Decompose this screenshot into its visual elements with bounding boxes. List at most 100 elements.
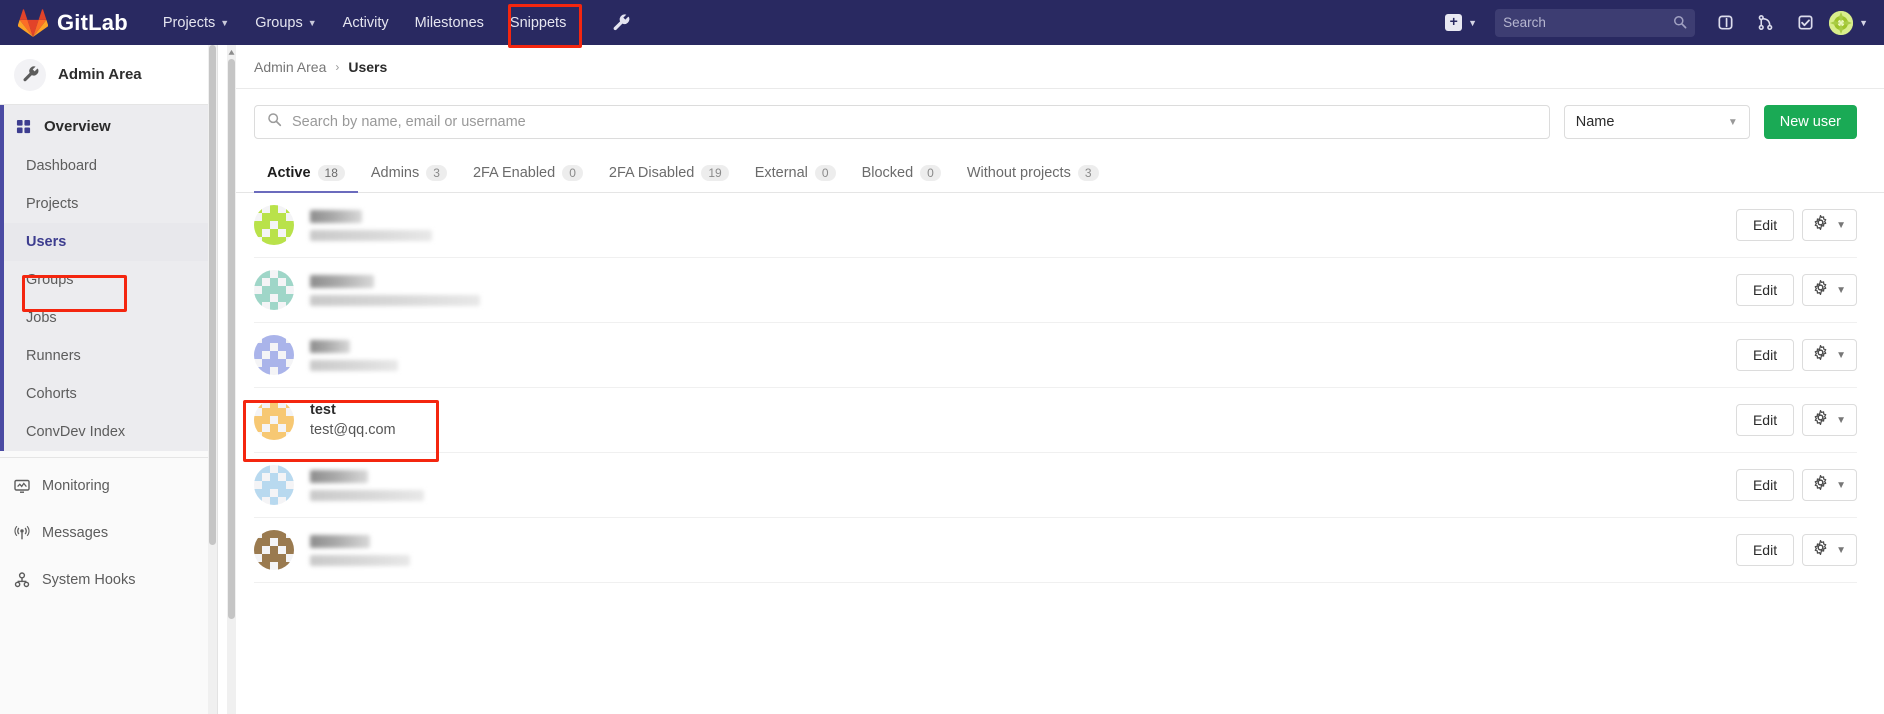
chevron-down-icon: ▼: [307, 17, 317, 28]
todos-button[interactable]: [1785, 0, 1825, 45]
sidebar-item-system-hooks-label: System Hooks: [42, 571, 136, 588]
user-settings-dropdown[interactable]: ▼: [1802, 209, 1857, 241]
admin-area-button[interactable]: [593, 0, 649, 45]
avatar: [254, 205, 294, 245]
tab-without-projects-count: 3: [1077, 164, 1099, 181]
edit-user-button[interactable]: Edit: [1735, 469, 1795, 501]
new-dropdown-button[interactable]: + ▼: [1437, 0, 1485, 45]
user-settings-dropdown[interactable]: ▼: [1802, 404, 1857, 436]
navbar-search-input[interactable]: Search: [1495, 8, 1696, 37]
user-name-redacted: [310, 274, 374, 288]
merge-requests-icon: [1758, 15, 1772, 30]
user-settings-dropdown[interactable]: ▼: [1802, 469, 1857, 501]
table-row[interactable]: test test@qq.com Edit ▼: [254, 388, 1857, 453]
search-icon: [1673, 15, 1687, 34]
sidebar-item-system-hooks[interactable]: System Hooks: [0, 556, 217, 603]
row-actions: Edit ▼: [1735, 274, 1857, 306]
user-name[interactable]: test: [310, 402, 396, 418]
tab-blocked[interactable]: Blocked 0: [849, 154, 954, 193]
user-settings-dropdown[interactable]: ▼: [1802, 339, 1857, 371]
user-filter-tabs: Active 18 Admins 3 2FA Enabled 0 2FA Dis…: [227, 153, 1884, 193]
gitlab-brand[interactable]: GitLab: [17, 8, 128, 37]
nav-item-snippets[interactable]: Snippets: [497, 0, 579, 45]
search-input[interactable]: Search by name, email or username: [254, 105, 1550, 139]
tab-blocked-count: 0: [920, 164, 941, 181]
table-row[interactable]: Edit ▼: [254, 323, 1857, 388]
plus-icon: +: [1445, 14, 1463, 31]
sidebar-item-convdev-index[interactable]: ConvDev Index: [4, 413, 217, 451]
chevron-down-icon: ▼: [1836, 349, 1846, 361]
sidebar-item-runners-label: Runners: [26, 348, 81, 364]
user-settings-dropdown[interactable]: ▼: [1802, 534, 1857, 566]
sidebar-scrollbar-thumb[interactable]: [209, 45, 216, 545]
sidebar-item-jobs[interactable]: Jobs: [4, 299, 217, 337]
brand-name: GitLab: [57, 9, 128, 35]
tab-2fa-enabled-label: 2FA Enabled: [472, 164, 556, 181]
sidebar-item-projects[interactable]: Projects: [4, 185, 217, 223]
sidebar-item-monitoring[interactable]: Monitoring: [0, 462, 217, 509]
table-row[interactable]: Edit ▼: [254, 258, 1857, 323]
user-email-redacted: [310, 554, 410, 566]
user-name-redacted: [310, 469, 368, 483]
user-menu-button[interactable]: ▼: [1825, 10, 1874, 35]
sidebar-item-users[interactable]: Users: [4, 223, 217, 261]
gear-icon: [1813, 214, 1828, 235]
tab-external-count: 0: [814, 164, 836, 181]
tab-external[interactable]: External 0: [742, 154, 849, 193]
chevron-down-icon: ▼: [1836, 284, 1846, 296]
sidebar-item-overview[interactable]: Overview: [4, 105, 217, 147]
new-user-button[interactable]: New user: [1763, 105, 1857, 139]
scroll-up-arrow-icon[interactable]: [228, 47, 235, 57]
sidebar-item-runners[interactable]: Runners: [4, 337, 217, 375]
tab-without-projects[interactable]: Without projects 3: [954, 154, 1112, 193]
sidebar-item-convdev-index-label: ConvDev Index: [26, 424, 126, 440]
tab-admins[interactable]: Admins 3: [358, 154, 460, 193]
edit-user-button[interactable]: Edit: [1735, 339, 1795, 371]
sidebar-item-messages[interactable]: Messages: [0, 509, 217, 556]
nav-item-activity[interactable]: Activity: [330, 0, 402, 45]
content-scrollbar[interactable]: [227, 45, 236, 714]
avatar: [1829, 10, 1854, 35]
nav-item-groups[interactable]: Groups ▼: [242, 0, 329, 45]
chevron-down-icon: ▼: [1836, 414, 1846, 426]
sidebar-item-messages-label: Messages: [42, 524, 109, 541]
sidebar-item-groups-label: Groups: [26, 272, 74, 288]
sidebar-header[interactable]: Admin Area: [0, 45, 217, 105]
sort-dropdown-value: Name: [1575, 114, 1615, 130]
tab-active[interactable]: Active 18: [254, 154, 358, 193]
chevron-down-icon: ▼: [1468, 17, 1478, 28]
merge-requests-button[interactable]: [1745, 0, 1785, 45]
sidebar-item-dashboard[interactable]: Dashboard: [4, 147, 217, 185]
breadcrumb-separator-icon: ›: [335, 59, 340, 74]
tab-2fa-disabled[interactable]: 2FA Disabled 19: [596, 154, 742, 193]
chevron-down-icon: ▼: [1859, 17, 1868, 28]
sort-dropdown[interactable]: Name ▼: [1563, 105, 1750, 139]
sidebar-item-cohorts[interactable]: Cohorts: [4, 375, 217, 413]
edit-user-button[interactable]: Edit: [1735, 534, 1795, 566]
nav-item-milestones[interactable]: Milestones: [402, 0, 497, 45]
edit-user-button[interactable]: Edit: [1735, 209, 1795, 241]
sidebar-item-users-label: Users: [26, 234, 67, 250]
tab-2fa-enabled[interactable]: 2FA Enabled 0: [460, 154, 596, 193]
breadcrumb-parent[interactable]: Admin Area: [254, 59, 326, 75]
chevron-down-icon: ▼: [1836, 544, 1846, 556]
user-settings-dropdown[interactable]: ▼: [1802, 274, 1857, 306]
issues-button[interactable]: [1705, 0, 1745, 45]
search-input-placeholder: Search by name, email or username: [292, 114, 526, 130]
table-row[interactable]: Edit ▼: [254, 518, 1857, 583]
tab-admins-count: 3: [426, 164, 447, 181]
broadcast-icon: [14, 525, 34, 541]
edit-user-button[interactable]: Edit: [1735, 274, 1795, 306]
table-row[interactable]: Edit ▼: [254, 453, 1857, 518]
sidebar-scrollbar[interactable]: [208, 45, 217, 714]
sidebar-item-groups[interactable]: Groups: [4, 261, 217, 299]
sidebar-item-projects-label: Projects: [26, 196, 79, 212]
admin-area-nav-wrap: [593, 0, 649, 45]
content-scrollbar-thumb[interactable]: [228, 59, 235, 619]
gitlab-logo-icon: [17, 8, 49, 37]
nav-item-projects[interactable]: Projects ▼: [150, 0, 242, 45]
row-actions: Edit ▼: [1735, 209, 1857, 241]
edit-user-button[interactable]: Edit: [1735, 404, 1795, 436]
table-row[interactable]: Edit ▼: [254, 193, 1857, 258]
user-email-redacted: [310, 359, 398, 371]
